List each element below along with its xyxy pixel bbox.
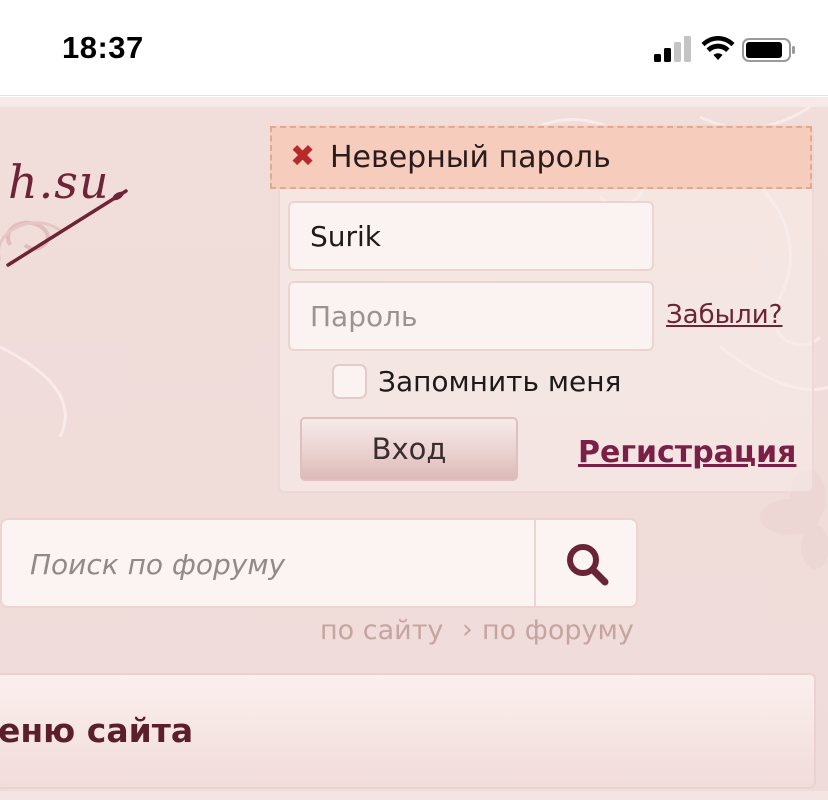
site-menu-header[interactable]: еню сайта	[0, 673, 816, 789]
signal-icon	[654, 36, 691, 62]
search-scope-site[interactable]: по сайту	[320, 615, 443, 646]
battery-icon	[742, 38, 795, 62]
page: h.su ✖ Неверный пароль Забыли? Запомнить…	[0, 97, 828, 800]
remember-me-checkbox[interactable]	[332, 364, 367, 399]
error-message-box: ✖ Неверный пароль	[270, 126, 812, 189]
logo-needle-icon	[0, 189, 128, 267]
status-bar: 18:37	[0, 0, 828, 96]
wifi-icon	[701, 36, 735, 60]
search-icon	[567, 544, 609, 586]
username-field[interactable]	[288, 201, 654, 271]
search-input[interactable]	[4, 522, 534, 606]
forum-search-bar	[0, 518, 638, 608]
chevron-right-icon: ›	[462, 614, 473, 645]
close-icon: ✖	[290, 139, 316, 174]
site-menu-title: еню сайта	[0, 711, 194, 750]
remember-me-label[interactable]: Запомнить меня	[378, 365, 621, 398]
search-scope-forum[interactable]: по форуму	[482, 615, 634, 646]
login-button[interactable]: Вход	[300, 417, 518, 481]
search-button[interactable]	[536, 520, 638, 606]
error-message: Неверный пароль	[330, 140, 611, 175]
password-field[interactable]	[288, 281, 654, 351]
page-bottom-strip	[0, 791, 828, 800]
forgot-password-link[interactable]: Забыли?	[666, 300, 782, 330]
register-link[interactable]: Регистрация	[578, 435, 796, 470]
status-time: 18:37	[62, 30, 144, 65]
page-top-border	[0, 97, 828, 107]
